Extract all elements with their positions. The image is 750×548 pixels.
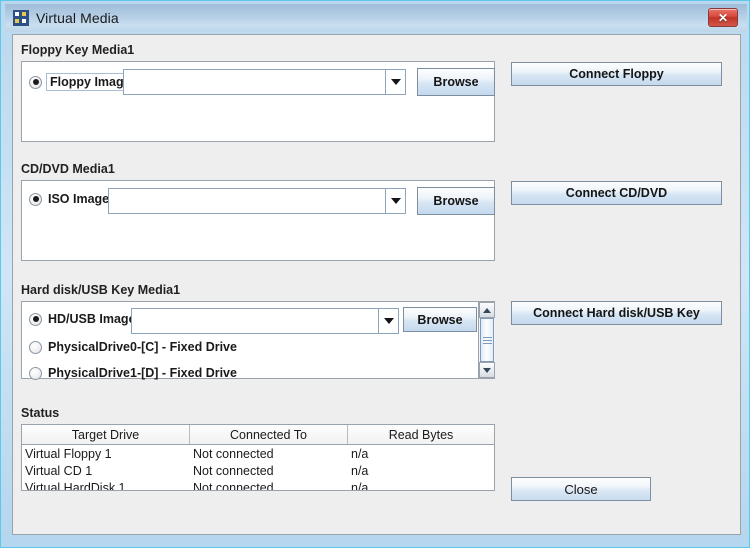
scroll-down-arrow-icon[interactable] [479,362,495,378]
iso-image-input[interactable] [108,188,386,214]
cell-connected-to: Not connected [193,446,274,461]
scrollbar-thumb[interactable] [480,318,494,362]
hdusb-image-radio[interactable] [29,312,42,326]
status-table: Target Drive Connected To Read Bytes Vir… [21,424,495,491]
column-header-read-bytes[interactable]: Read Bytes [348,425,494,444]
scroll-up-arrow-icon[interactable] [479,302,495,318]
connect-cddvd-button[interactable]: Connect CD/DVD [511,181,722,205]
harddisk-browse-button[interactable]: Browse [403,307,477,332]
physicaldrive0-radio[interactable] [29,340,42,354]
hdusb-image-radio-row[interactable]: HD/USB Image [29,312,136,326]
column-header-connected-to[interactable]: Connected To [190,425,348,444]
connect-harddisk-usb-button[interactable]: Connect Hard disk/USB Key [511,301,722,325]
physicaldrive0-label: PhysicalDrive0-[C] - Fixed Drive [48,340,237,354]
floppy-combo-chevron-down-icon[interactable] [386,69,406,95]
scrollbar-track[interactable] [479,318,495,362]
hdusb-image-combo[interactable] [131,308,399,334]
cell-read-bytes: n/a [351,480,369,491]
dialog-client-area: Floppy Key Media1 Floppy Image Browse Co… [12,34,741,535]
iso-image-combo[interactable] [108,188,406,214]
cell-target-drive: Virtual HardDisk 1 [25,480,126,491]
harddisk-section-title: Hard disk/USB Key Media1 [21,283,181,297]
floppy-section-title: Floppy Key Media1 [21,43,135,57]
floppy-image-radio[interactable] [29,75,42,89]
iso-image-radio[interactable] [29,192,42,206]
cell-target-drive: Virtual Floppy 1 [25,446,112,461]
scrollbar-grip-icon [482,335,492,346]
physicaldrive1-radio-row[interactable]: PhysicalDrive1-[D] - Fixed Drive [29,366,237,380]
status-table-header: Target Drive Connected To Read Bytes [22,425,494,445]
harddisk-scrollbar[interactable] [478,302,495,378]
title-bar[interactable]: Virtual Media ✕ [5,4,747,32]
window-title: Virtual Media [36,10,119,26]
floppy-image-input[interactable] [123,69,386,95]
floppy-image-label: Floppy Image [46,73,135,91]
physicaldrive1-label: PhysicalDrive1-[D] - Fixed Drive [48,366,237,380]
floppy-image-combo[interactable] [123,69,406,95]
physicaldrive0-radio-row[interactable]: PhysicalDrive0-[C] - Fixed Drive [29,340,237,354]
virtual-media-icon [13,10,29,26]
cell-read-bytes: n/a [351,446,369,461]
virtual-media-window: Virtual Media ✕ Floppy Key Media1 Floppy… [0,0,750,548]
floppy-browse-button[interactable]: Browse [417,68,495,96]
floppy-image-radio-row[interactable]: Floppy Image [29,73,135,91]
cddvd-browse-button[interactable]: Browse [417,187,495,215]
hdusb-image-label: HD/USB Image [48,312,136,326]
hdusb-combo-chevron-down-icon[interactable] [379,308,399,334]
close-window-button[interactable]: ✕ [708,8,738,27]
iso-image-radio-row[interactable]: ISO Image [29,192,109,206]
iso-image-label: ISO Image [48,192,110,206]
cddvd-section-title: CD/DVD Media1 [21,162,115,176]
table-row[interactable]: Virtual CD 1 Not connected n/a [22,462,494,479]
close-icon: ✕ [717,10,729,25]
cell-connected-to: Not connected [193,463,274,478]
column-header-target-drive[interactable]: Target Drive [22,425,190,444]
cell-read-bytes: n/a [351,463,369,478]
table-row[interactable]: Virtual HardDisk 1 Not connected n/a [22,479,494,491]
table-row[interactable]: Virtual Floppy 1 Not connected n/a [22,445,494,462]
hdusb-image-input[interactable] [131,308,379,334]
close-dialog-button[interactable]: Close [511,477,651,501]
status-section-title: Status [21,406,60,420]
physicaldrive1-radio[interactable] [29,366,42,380]
connect-floppy-button[interactable]: Connect Floppy [511,62,722,86]
cell-connected-to: Not connected [193,480,274,491]
cell-target-drive: Virtual CD 1 [25,463,93,478]
iso-combo-chevron-down-icon[interactable] [386,188,406,214]
